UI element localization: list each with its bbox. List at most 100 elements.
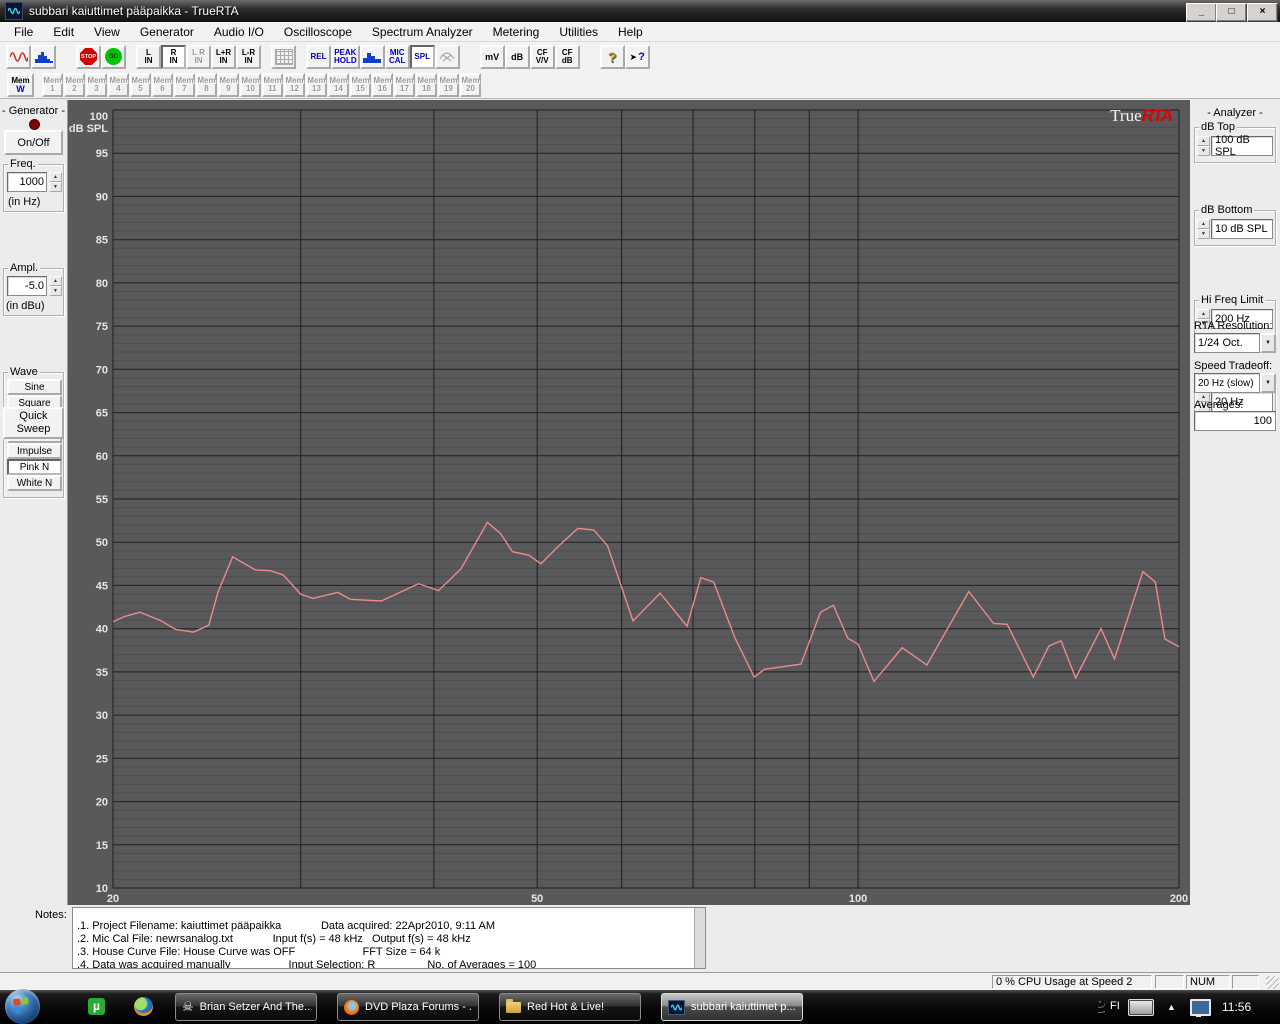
close-button[interactable]: × — [1247, 3, 1278, 22]
wave-button[interactable]: Impulse — [7, 443, 62, 459]
bar-chart-icon — [363, 50, 381, 63]
svg-text:dB SPL: dB SPL — [69, 123, 108, 135]
mem-slot-button: Mem 10 — [240, 73, 261, 97]
menu-item[interactable]: View — [84, 23, 130, 41]
maximize-button[interactable]: □ — [1216, 3, 1247, 22]
menu-item[interactable]: Metering — [483, 23, 550, 41]
go-icon: GO — [105, 48, 122, 65]
curve-disabled-button — [435, 45, 460, 69]
help-button[interactable]: ? — [600, 45, 625, 69]
context-help-button[interactable]: ? — [625, 45, 650, 69]
stop-button[interactable]: STOP — [76, 45, 101, 69]
taskbar-clock[interactable]: 11:56 — [1222, 1000, 1251, 1014]
analyzer-window-button[interactable] — [31, 45, 56, 69]
crest-factor-db-button[interactable]: CF dB — [555, 45, 580, 69]
left-input-button[interactable]: L IN — [136, 45, 161, 69]
menu-item[interactable]: Oscilloscope — [274, 23, 362, 41]
network-icon[interactable] — [1190, 999, 1211, 1016]
svg-text:45: 45 — [96, 580, 108, 592]
diff-input-button[interactable]: L-R IN — [236, 45, 261, 69]
keyboard-icon[interactable] — [1128, 999, 1154, 1016]
hi-freq-label: Hi Freq Limit — [1199, 294, 1265, 306]
taskbar: µ ☠ Brian Setzer And The... DVD Plaza Fo… — [0, 990, 1280, 1024]
decibels-button[interactable]: dB — [505, 45, 530, 69]
notes-line: .3. House Curve File: House Curve was OF… — [73, 946, 705, 959]
start-button[interactable] — [5, 989, 40, 1024]
svg-text:60: 60 — [96, 451, 108, 463]
speed-tradeoff-dropdown[interactable]: 20 Hz (slow) ▼ — [1194, 373, 1276, 393]
menu-item[interactable]: File — [4, 23, 43, 41]
language-indicator[interactable]: FI — [1110, 1000, 1120, 1012]
quick-sweep-button[interactable]: Quick Sweep — [3, 407, 64, 439]
spl-button[interactable]: SPL — [410, 45, 435, 69]
menu-item[interactable]: Spectrum Analyzer — [362, 23, 483, 41]
minimize-button[interactable]: _ — [1186, 3, 1217, 22]
bar-chart-icon — [35, 50, 53, 63]
right-input-button[interactable]: R IN — [161, 45, 186, 69]
db-top-field[interactable]: 100 dB SPL — [1211, 136, 1273, 156]
ampl-spinner[interactable]: ▲▼ — [49, 276, 62, 296]
sine-wave-icon — [10, 51, 28, 63]
ampl-input[interactable]: -5.0 — [7, 276, 47, 296]
menu-item[interactable]: Help — [608, 23, 653, 41]
wave-button[interactable]: White N — [7, 475, 62, 491]
go-button[interactable]: GO — [101, 45, 126, 69]
taskbar-item-media-player[interactable]: ☠ Brian Setzer And The... — [175, 993, 317, 1021]
generator-onoff-button[interactable]: On/Off — [4, 130, 63, 155]
skull-icon: ☠ — [182, 999, 194, 1015]
svg-text:95: 95 — [96, 148, 108, 160]
freq-label: Freq. — [8, 158, 38, 170]
app-icon — [5, 2, 23, 20]
sum-input-button[interactable]: L+R IN — [211, 45, 236, 69]
mem-slot-button: Mem 9 — [218, 73, 239, 97]
averages-input[interactable]: 100 — [1194, 411, 1276, 431]
svg-text:100: 100 — [90, 111, 108, 123]
num-lock-status: NUM — [1186, 975, 1230, 989]
svg-text:50: 50 — [531, 893, 543, 905]
svg-text:55: 55 — [96, 494, 108, 506]
wave-button[interactable]: Pink N — [7, 459, 62, 475]
db-bottom-spinner[interactable]: ▲▼ — [1197, 219, 1210, 239]
menu-item[interactable]: Audio I/O — [204, 23, 274, 41]
grid-toggle-button[interactable] — [271, 45, 296, 69]
wave-button[interactable]: Sine — [7, 379, 62, 395]
crest-factor-vv-button[interactable]: CF V/V — [530, 45, 555, 69]
notes-scrollbar[interactable] — [694, 908, 705, 968]
peak-hold-button[interactable]: PEAK HOLD — [331, 45, 360, 69]
svg-text:200: 200 — [1170, 893, 1188, 905]
taskbar-item-firefox[interactable]: DVD Plaza Forums - ... — [337, 993, 479, 1021]
mem-write-button[interactable]: Mem W — [7, 73, 34, 97]
generator-window-button[interactable] — [6, 45, 31, 69]
utorrent-quicklaunch-icon[interactable]: µ — [88, 998, 105, 1015]
show-hidden-icons-arrow[interactable]: ▲ — [1167, 1002, 1176, 1012]
notes-textbox[interactable]: .1. Project Filename: kaiuttimet pääpaik… — [72, 907, 706, 969]
spectrum-button[interactable] — [360, 45, 385, 69]
freq-input[interactable]: 1000 — [7, 172, 47, 192]
freq-spinner[interactable]: ▲▼ — [49, 172, 62, 192]
toolbar: STOP GO L IN R IN L R IN L+R IN L-R IN R… — [0, 42, 1280, 71]
mem-slot-button: Mem 1 — [42, 73, 63, 97]
rta-resolution-dropdown[interactable]: 1/24 Oct. ▼ — [1194, 333, 1276, 353]
folder-icon — [506, 1002, 521, 1013]
tray-grip[interactable] — [1098, 1000, 1105, 1014]
taskbar-item-folder[interactable]: Red Hot & Live! — [499, 993, 641, 1021]
resize-grip[interactable] — [1266, 976, 1279, 989]
taskbar-item-truerta[interactable]: subbari kaiuttimet p... — [661, 993, 803, 1021]
relative-mode-button[interactable]: REL — [306, 45, 331, 69]
truerta-icon — [668, 1000, 685, 1015]
generator-title: - Generator - — [0, 105, 67, 117]
firefox-icon — [344, 1000, 359, 1015]
notes-line: .2. Mic Cal File: newrsanalog.txt Input … — [73, 933, 705, 946]
millivolts-button[interactable]: mV — [480, 45, 505, 69]
mic-cal-button[interactable]: MIC CAL — [385, 45, 410, 69]
menu-item[interactable]: Edit — [43, 23, 84, 41]
db-bottom-field[interactable]: 10 dB SPL — [1211, 219, 1273, 239]
status-panel-empty — [1232, 975, 1259, 989]
menu-item[interactable]: Generator — [130, 23, 204, 41]
mem-slot-button: Mem 19 — [438, 73, 459, 97]
mem-slot-button: Mem 7 — [174, 73, 195, 97]
messenger-quicklaunch-icon[interactable] — [134, 997, 153, 1016]
db-top-spinner[interactable]: ▲▼ — [1197, 136, 1210, 156]
mem-slot-button: Mem 2 — [64, 73, 85, 97]
menu-item[interactable]: Utilities — [549, 23, 608, 41]
